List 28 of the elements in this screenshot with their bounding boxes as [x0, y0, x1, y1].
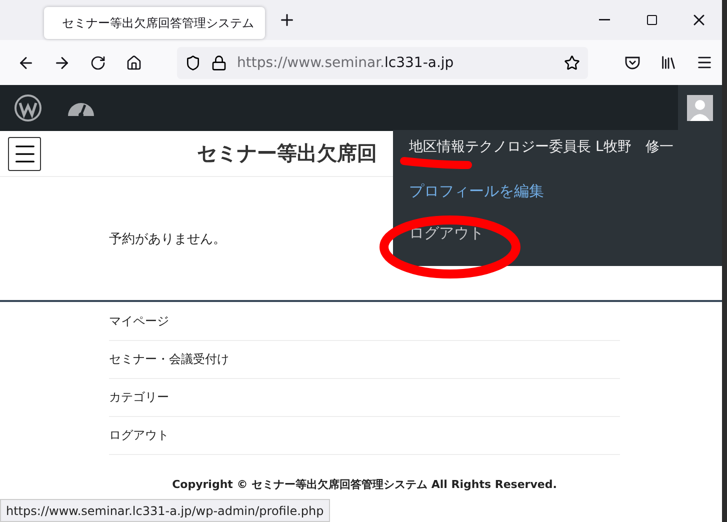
pocket-icon [624, 56, 640, 70]
lock-icon [211, 54, 227, 70]
maximize-icon [646, 14, 658, 26]
footer-menu-link[interactable]: カテゴリー [109, 379, 620, 417]
url-text: https://www.seminar.lc331-a.jp [237, 54, 455, 70]
bookmark-star-icon[interactable] [564, 54, 580, 70]
browser-tab[interactable]: セミナー等出欠席回答管理システム [44, 7, 265, 39]
status-link-url: https://www.seminar.lc331-a.jp/wp-admin/profile.php [0, 499, 330, 522]
footer-menu-link[interactable]: ログアウト [109, 417, 620, 455]
library-icon [660, 54, 676, 71]
menu-toggle-button[interactable] [8, 136, 41, 170]
wordpress-logo-icon[interactable] [14, 94, 42, 122]
dropdown-menu-link[interactable]: ログアウト [409, 212, 484, 254]
minimize-icon [599, 19, 610, 21]
dropdown-menu-link[interactable]: プロフィールを編集 [409, 170, 544, 212]
footer-menu-link[interactable]: マイページ [109, 303, 620, 341]
home-icon [126, 54, 142, 70]
address-bar[interactable]: https://www.seminar.lc331-a.jp [177, 46, 588, 78]
shield-icon [185, 54, 201, 70]
footer-menu-link[interactable]: セミナー・会議受付け [109, 341, 620, 379]
copyright-text: Copyright © セミナー等出欠席回答管理システム All Rights Reserved. [172, 477, 557, 492]
site-title: セミナー等出欠席回 [197, 140, 377, 167]
user-display-name: 地区情報テクノロジー委員長 L牧野 修一 [409, 138, 674, 156]
menu-icon [696, 54, 712, 71]
reload-icon [90, 54, 106, 70]
tab-title: セミナー等出欠席回答管理システム [62, 14, 254, 32]
plus-icon [278, 11, 296, 29]
no-reservation-message: 予約がありません。 [109, 230, 226, 248]
